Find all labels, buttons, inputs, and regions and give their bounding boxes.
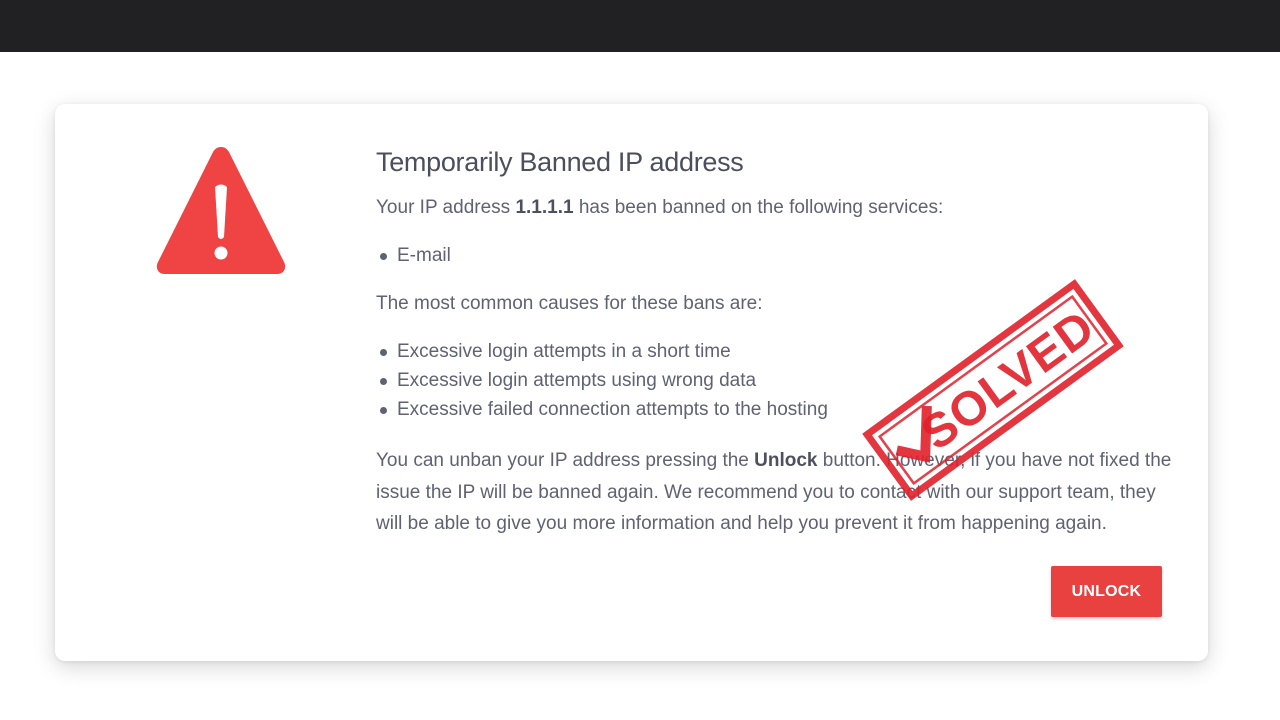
ban-notice-card: Temporarily Banned IP address Your IP ad… — [55, 104, 1208, 661]
unban-prefix: You can unban your IP address pressing t… — [376, 450, 755, 471]
intro-prefix: Your IP address — [376, 197, 516, 218]
solved-stamp: SOLVED — [862, 279, 1124, 501]
ip-address: 1.1.1.1 — [515, 197, 574, 218]
banned-services-list: E-mail — [376, 241, 1176, 270]
page-title: Temporarily Banned IP address — [376, 147, 744, 177]
unlock-reference: Unlock — [754, 450, 818, 471]
intro-suffix: has been banned on the following service… — [573, 197, 944, 218]
top-bar — [0, 0, 1280, 52]
warning-triangle-icon — [156, 147, 286, 274]
ban-intro-text: Your IP address 1.1.1.1 has been banned … — [376, 192, 1176, 223]
list-item: E-mail — [376, 241, 1176, 270]
unlock-button[interactable]: UNLOCK — [1051, 566, 1162, 617]
